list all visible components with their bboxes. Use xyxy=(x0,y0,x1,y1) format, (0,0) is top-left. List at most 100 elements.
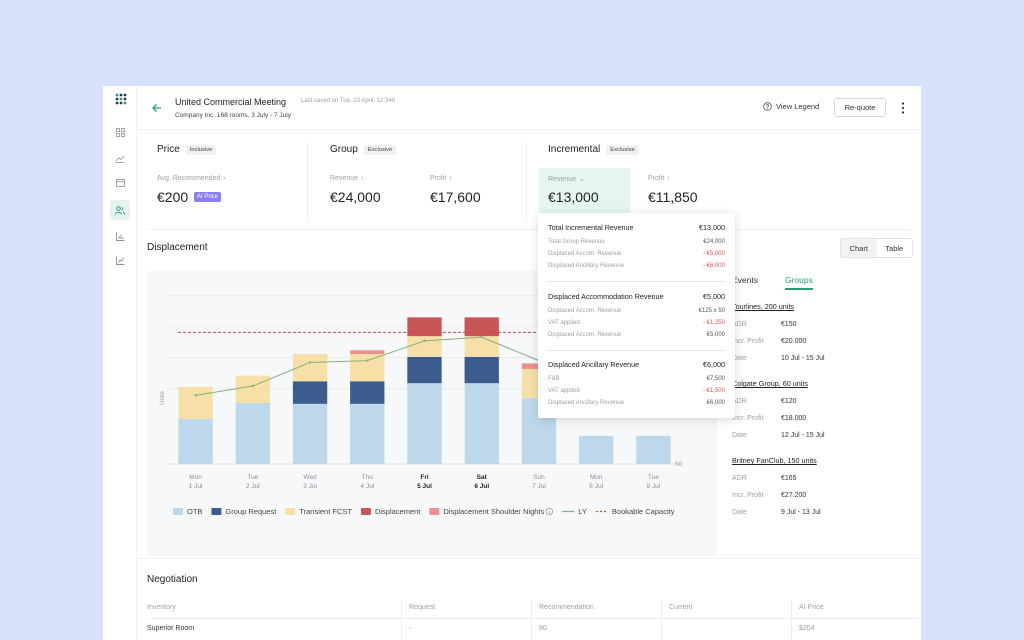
sidebar-rail xyxy=(103,86,137,640)
group-detail-value: €20.000 xyxy=(781,338,807,345)
ly-point xyxy=(366,359,369,362)
x-tick-day: Tue xyxy=(247,474,258,481)
incremental-kpi: Incremental Exclusive xyxy=(548,144,639,155)
ai-price-cell: $204 xyxy=(799,625,815,632)
popover-row-label: Displaced Accom. Revenue xyxy=(548,308,622,314)
x-tick-date: 6 Jul xyxy=(474,483,489,490)
column-header-request: Request xyxy=(409,604,436,611)
group-detail-value: €120 xyxy=(781,398,797,405)
legend-label: Bookable Capacity xyxy=(612,507,675,516)
section-divider xyxy=(147,229,911,230)
group-revenue-label: Revenue xyxy=(330,175,359,182)
legend-label: Displacement xyxy=(375,507,421,516)
main-content: United Commercial Meeting Last saved on … xyxy=(137,86,921,640)
x-tick-day: Tue xyxy=(648,474,659,481)
group-detail-value: 9 Jul - 13 Jul xyxy=(781,509,821,516)
bar-segment xyxy=(464,317,499,337)
group-detail-value: 10 Jul - 15 Jul xyxy=(781,355,825,362)
inclusive-tag: Inclusive xyxy=(185,144,217,155)
ly-point xyxy=(423,339,426,343)
x-tick-day: Wed xyxy=(303,474,317,481)
table-divider xyxy=(147,618,921,619)
requote-button[interactable]: Re-quote xyxy=(834,98,886,117)
incremental-title: Incremental xyxy=(548,144,601,155)
bar-segment xyxy=(350,381,385,404)
popover-row-value: - €1,250 xyxy=(702,320,725,326)
groups-nav-icon[interactable] xyxy=(110,200,130,220)
table-view-button[interactable]: Table xyxy=(877,239,913,257)
popover-divider xyxy=(548,350,725,351)
view-legend-button[interactable]: View Legend xyxy=(763,102,819,111)
x-tick-date: 8 Jul xyxy=(589,483,603,490)
group-detail-value: 12 Jul - 15 Jul xyxy=(781,432,825,439)
group-profit-link[interactable]: Profit › xyxy=(430,175,452,182)
popover-section-title: Displaced Accommodation Revenue xyxy=(548,292,664,301)
bar-chart-nav-icon[interactable] xyxy=(110,226,130,246)
group-name-link[interactable]: Britney FanClub, 150 units xyxy=(732,456,817,465)
popover-row-label: F&B xyxy=(548,376,560,382)
popover-row-label: Displaced Accom. Revenue xyxy=(548,332,622,338)
x-tick-day: Fri xyxy=(420,474,429,481)
popover-row: F&B €7,500 xyxy=(548,376,725,388)
grid-nav-icon[interactable] xyxy=(110,122,130,142)
popover-row-label: Displaced Ancillary Revenue xyxy=(548,400,625,406)
group-detail-label: Date xyxy=(732,509,747,516)
bar-segment xyxy=(407,336,442,357)
x-tick-date: 4 Jul xyxy=(360,483,374,490)
y-tick-label: 50 xyxy=(675,461,683,468)
request-cell[interactable]: - xyxy=(409,625,411,632)
column-divider xyxy=(791,600,792,640)
view-legend-label: View Legend xyxy=(776,102,820,111)
page-title: United Commercial Meeting xyxy=(175,97,287,107)
chart-table-toggle: Chart Table xyxy=(840,238,913,258)
line-chart-nav-icon[interactable] xyxy=(110,250,130,270)
price-title: Price xyxy=(157,144,180,155)
incremental-profit-label: Profit xyxy=(648,175,665,182)
group-kpi: Group Exclusive xyxy=(330,144,397,155)
displacement-title: Displacement xyxy=(147,242,208,253)
bar-segment xyxy=(350,403,385,464)
x-tick-day: Thu xyxy=(362,474,374,481)
back-arrow-icon[interactable] xyxy=(151,102,163,114)
legend-label: Displacement Shoulder Nights xyxy=(443,507,544,516)
group-name-link[interactable]: Tourlines, 200 units xyxy=(732,302,794,311)
group-name-link[interactable]: Colgate Group, 60 units xyxy=(732,379,808,388)
last-saved-text: Last saved on Tue, 23 April, 12:34h xyxy=(301,98,396,104)
column-header-ai-price: AI Price xyxy=(799,604,824,611)
bar-segment xyxy=(292,381,328,404)
avg-recommended-link[interactable]: Avg. Recommended › xyxy=(157,175,226,182)
more-options-icon[interactable] xyxy=(899,101,907,115)
incremental-profit-link[interactable]: Profit › xyxy=(648,175,670,182)
ai-price-badge: AI Price xyxy=(194,192,222,202)
exclusive-tag: Exclusive xyxy=(606,144,639,155)
tab-groups[interactable]: Groups xyxy=(785,275,813,290)
tab-events[interactable]: Events xyxy=(732,275,758,285)
group-revenue-link[interactable]: Revenue › xyxy=(330,175,363,182)
legend-label: Group Request xyxy=(225,507,277,516)
popover-row-value: €7,500 xyxy=(706,376,725,382)
group-detail-label: ADR xyxy=(732,475,747,482)
top-header: United Commercial Meeting Last saved on … xyxy=(137,86,921,130)
column-divider xyxy=(531,600,532,640)
x-tick-date: 2 Jul xyxy=(246,483,260,490)
legend-swatch xyxy=(173,508,183,515)
column-header-inventory: Inventory xyxy=(147,604,176,611)
incremental-revenue-dropdown[interactable]: Revenue ⌄ xyxy=(548,175,585,184)
price-kpi: Price Inclusive xyxy=(157,144,217,155)
bar-segment xyxy=(407,383,442,464)
bar-segment xyxy=(464,336,499,357)
bar-segment xyxy=(407,356,442,384)
group-detail-value: €18.000 xyxy=(781,415,807,422)
trend-nav-icon[interactable] xyxy=(110,148,130,168)
calendar-nav-icon[interactable] xyxy=(110,172,130,192)
chevron-right-icon: › xyxy=(223,175,226,182)
app-logo[interactable] xyxy=(115,93,127,105)
popover-row: Displaced Ancillary Revenue €6,000 xyxy=(548,400,725,412)
chart-view-button[interactable]: Chart xyxy=(841,239,877,257)
chevron-right-icon: › xyxy=(449,175,452,182)
ly-point xyxy=(251,384,255,388)
popover-row-value: €6,000 xyxy=(706,400,725,406)
legend-label: LY xyxy=(578,507,587,516)
popover-row: Displaced Accom. Revenue - €5,000 xyxy=(548,251,725,263)
popover-divider xyxy=(548,281,725,282)
